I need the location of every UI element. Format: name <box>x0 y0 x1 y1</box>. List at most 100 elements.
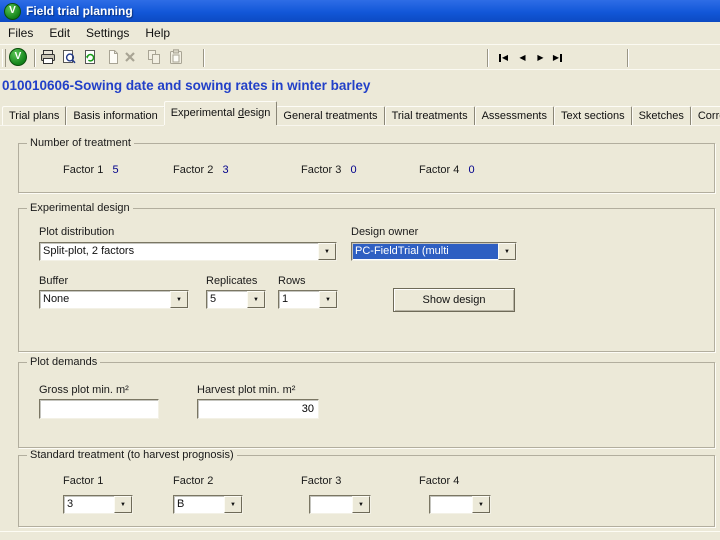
factor1-count-label: Factor 1 5 <box>63 164 119 176</box>
factor-value: 5 <box>112 164 119 176</box>
group-legend: Standard treatment (to harvest prognosis… <box>27 449 237 461</box>
replicates-combobox[interactable]: 5 ▼ <box>206 290 266 309</box>
app-logo-icon[interactable]: V <box>4 2 21 20</box>
chevron-down-icon[interactable]: ▼ <box>318 243 336 260</box>
delete-icon <box>125 52 135 62</box>
application-window: V Field trial planning Files Edit Settin… <box>0 0 720 540</box>
gross-plot-label: Gross plot min. m² <box>39 384 129 396</box>
std-factor2-combobox[interactable]: B ▼ <box>173 495 243 514</box>
menu-settings[interactable]: Settings <box>78 23 137 43</box>
toolbar-separator <box>627 49 628 67</box>
tab-corrections[interactable]: Corrections <box>690 106 720 125</box>
menu-help[interactable]: Help <box>137 23 178 43</box>
trial-heading: 010010606-Sowing date and sowing rates i… <box>0 72 720 100</box>
toolbar-separator <box>34 49 35 67</box>
group-legend: Experimental design <box>27 202 133 214</box>
last-record-button[interactable]: ▶ <box>549 51 566 65</box>
group-experimental-design: Experimental design Plot distribution Sp… <box>18 202 715 352</box>
print-button[interactable] <box>38 47 58 67</box>
tab-assessments[interactable]: Assessments <box>474 106 554 125</box>
toolbar: V ◀ ◀ ▶ ▶ <box>0 44 720 70</box>
tab-experimental-design[interactable]: Experimental design <box>163 101 278 125</box>
tab-general-treatments[interactable]: General treatments <box>276 106 385 125</box>
std-factor3-label: Factor 3 <box>301 475 342 487</box>
first-record-icon <box>498 54 501 62</box>
refresh-icon <box>85 50 95 64</box>
first-record-button[interactable]: ◀ <box>495 51 512 65</box>
copy-button[interactable] <box>144 47 164 67</box>
show-design-button[interactable]: Show design <box>393 288 515 312</box>
previous-record-icon: ◀ <box>519 53 526 62</box>
std-factor3-combobox[interactable]: ▼ <box>309 495 371 514</box>
group-legend: Number of treatment <box>27 137 134 149</box>
group-plot-demands: Plot demands Gross plot min. m² Harvest … <box>18 356 715 448</box>
factor-value: 3 <box>222 164 229 176</box>
harvest-plot-input[interactable] <box>197 399 319 419</box>
paste-button[interactable] <box>166 47 186 67</box>
tab-content-divider <box>0 125 720 126</box>
std-factor4-combobox[interactable]: ▼ <box>429 495 491 514</box>
delete-button[interactable] <box>120 47 140 67</box>
tab-trial-plans[interactable]: Trial plans <box>2 106 67 125</box>
factor-value: 0 <box>350 164 357 176</box>
menu-edit[interactable]: Edit <box>41 23 78 43</box>
factor3-count-label: Factor 3 0 <box>301 164 357 176</box>
chevron-down-icon[interactable]: ▼ <box>114 496 132 513</box>
toolbar-grip <box>2 49 6 67</box>
std-factor2-label: Factor 2 <box>173 475 214 487</box>
menu-files[interactable]: Files <box>0 23 41 43</box>
tab-sketches[interactable]: Sketches <box>631 106 691 125</box>
tab-trial-treatments[interactable]: Trial treatments <box>384 106 475 125</box>
title-bar[interactable]: V Field trial planning <box>0 0 720 22</box>
combo-value: 3 <box>67 498 74 510</box>
toolbar-separator <box>487 49 488 67</box>
chevron-down-icon[interactable]: ▼ <box>247 291 265 308</box>
chevron-down-icon[interactable]: ▼ <box>224 496 242 513</box>
exit-icon: V <box>9 48 27 66</box>
next-record-icon: ▶ <box>537 53 544 62</box>
factor-label: Factor 2 <box>173 164 214 176</box>
print-preview-button[interactable] <box>59 47 79 67</box>
tab-basis-information[interactable]: Basis information <box>66 106 165 125</box>
chevron-down-icon[interactable]: ▼ <box>319 291 337 308</box>
tab-text-sections[interactable]: Text sections <box>554 106 632 125</box>
refresh-button[interactable] <box>80 47 100 67</box>
tab-label-part: esign <box>244 107 271 119</box>
tab-strip: Trial plans Basis information Experiment… <box>2 101 720 125</box>
last-record-glyph: ▶ <box>552 53 560 62</box>
new-icon <box>109 50 118 64</box>
first-record-glyph: ◀ <box>501 53 509 62</box>
menu-bar: Files Edit Settings Help <box>0 22 720 44</box>
previous-record-button[interactable]: ◀ <box>514 51 531 65</box>
design-owner-label: Design owner <box>351 226 419 238</box>
chevron-down-icon[interactable]: ▼ <box>170 291 188 308</box>
window-title: Field trial planning <box>26 4 133 18</box>
combo-value-selected: PC-FieldTrial (multi <box>353 244 499 259</box>
factor4-count-label: Factor 4 0 <box>419 164 475 176</box>
std-factor1-combobox[interactable]: 3 ▼ <box>63 495 133 514</box>
combo-value: 1 <box>282 293 289 305</box>
buffer-combobox[interactable]: None ▼ <box>39 290 189 309</box>
design-owner-combobox[interactable]: PC-FieldTrial (multi ▼ <box>351 242 517 261</box>
copy-icon <box>148 50 160 64</box>
chevron-down-icon[interactable]: ▼ <box>498 243 516 260</box>
group-number-of-treatment: Number of treatment Factor 1 5 Factor 2 … <box>18 137 715 193</box>
combo-value: 5 <box>210 293 217 305</box>
harvest-plot-label: Harvest plot min. m² <box>197 384 296 396</box>
gross-plot-input[interactable] <box>39 399 159 419</box>
factor-label: Factor 4 <box>419 164 460 176</box>
factor2-count-label: Factor 2 3 <box>173 164 229 176</box>
factor-value: 0 <box>468 164 475 176</box>
std-factor1-label: Factor 1 <box>63 475 104 487</box>
exit-button[interactable]: V <box>8 47 28 67</box>
last-record-icon <box>560 54 563 62</box>
combo-value: None <box>43 293 70 305</box>
replicates-label: Replicates <box>206 275 258 287</box>
chevron-down-icon[interactable]: ▼ <box>352 496 370 513</box>
rows-combobox[interactable]: 1 ▼ <box>278 290 338 309</box>
plot-distribution-combobox[interactable]: Split-plot, 2 factors ▼ <box>39 242 337 261</box>
rows-label: Rows <box>278 275 306 287</box>
next-record-button[interactable]: ▶ <box>532 51 549 65</box>
page-title: 010010606-Sowing date and sowing rates i… <box>2 78 371 93</box>
chevron-down-icon[interactable]: ▼ <box>472 496 490 513</box>
